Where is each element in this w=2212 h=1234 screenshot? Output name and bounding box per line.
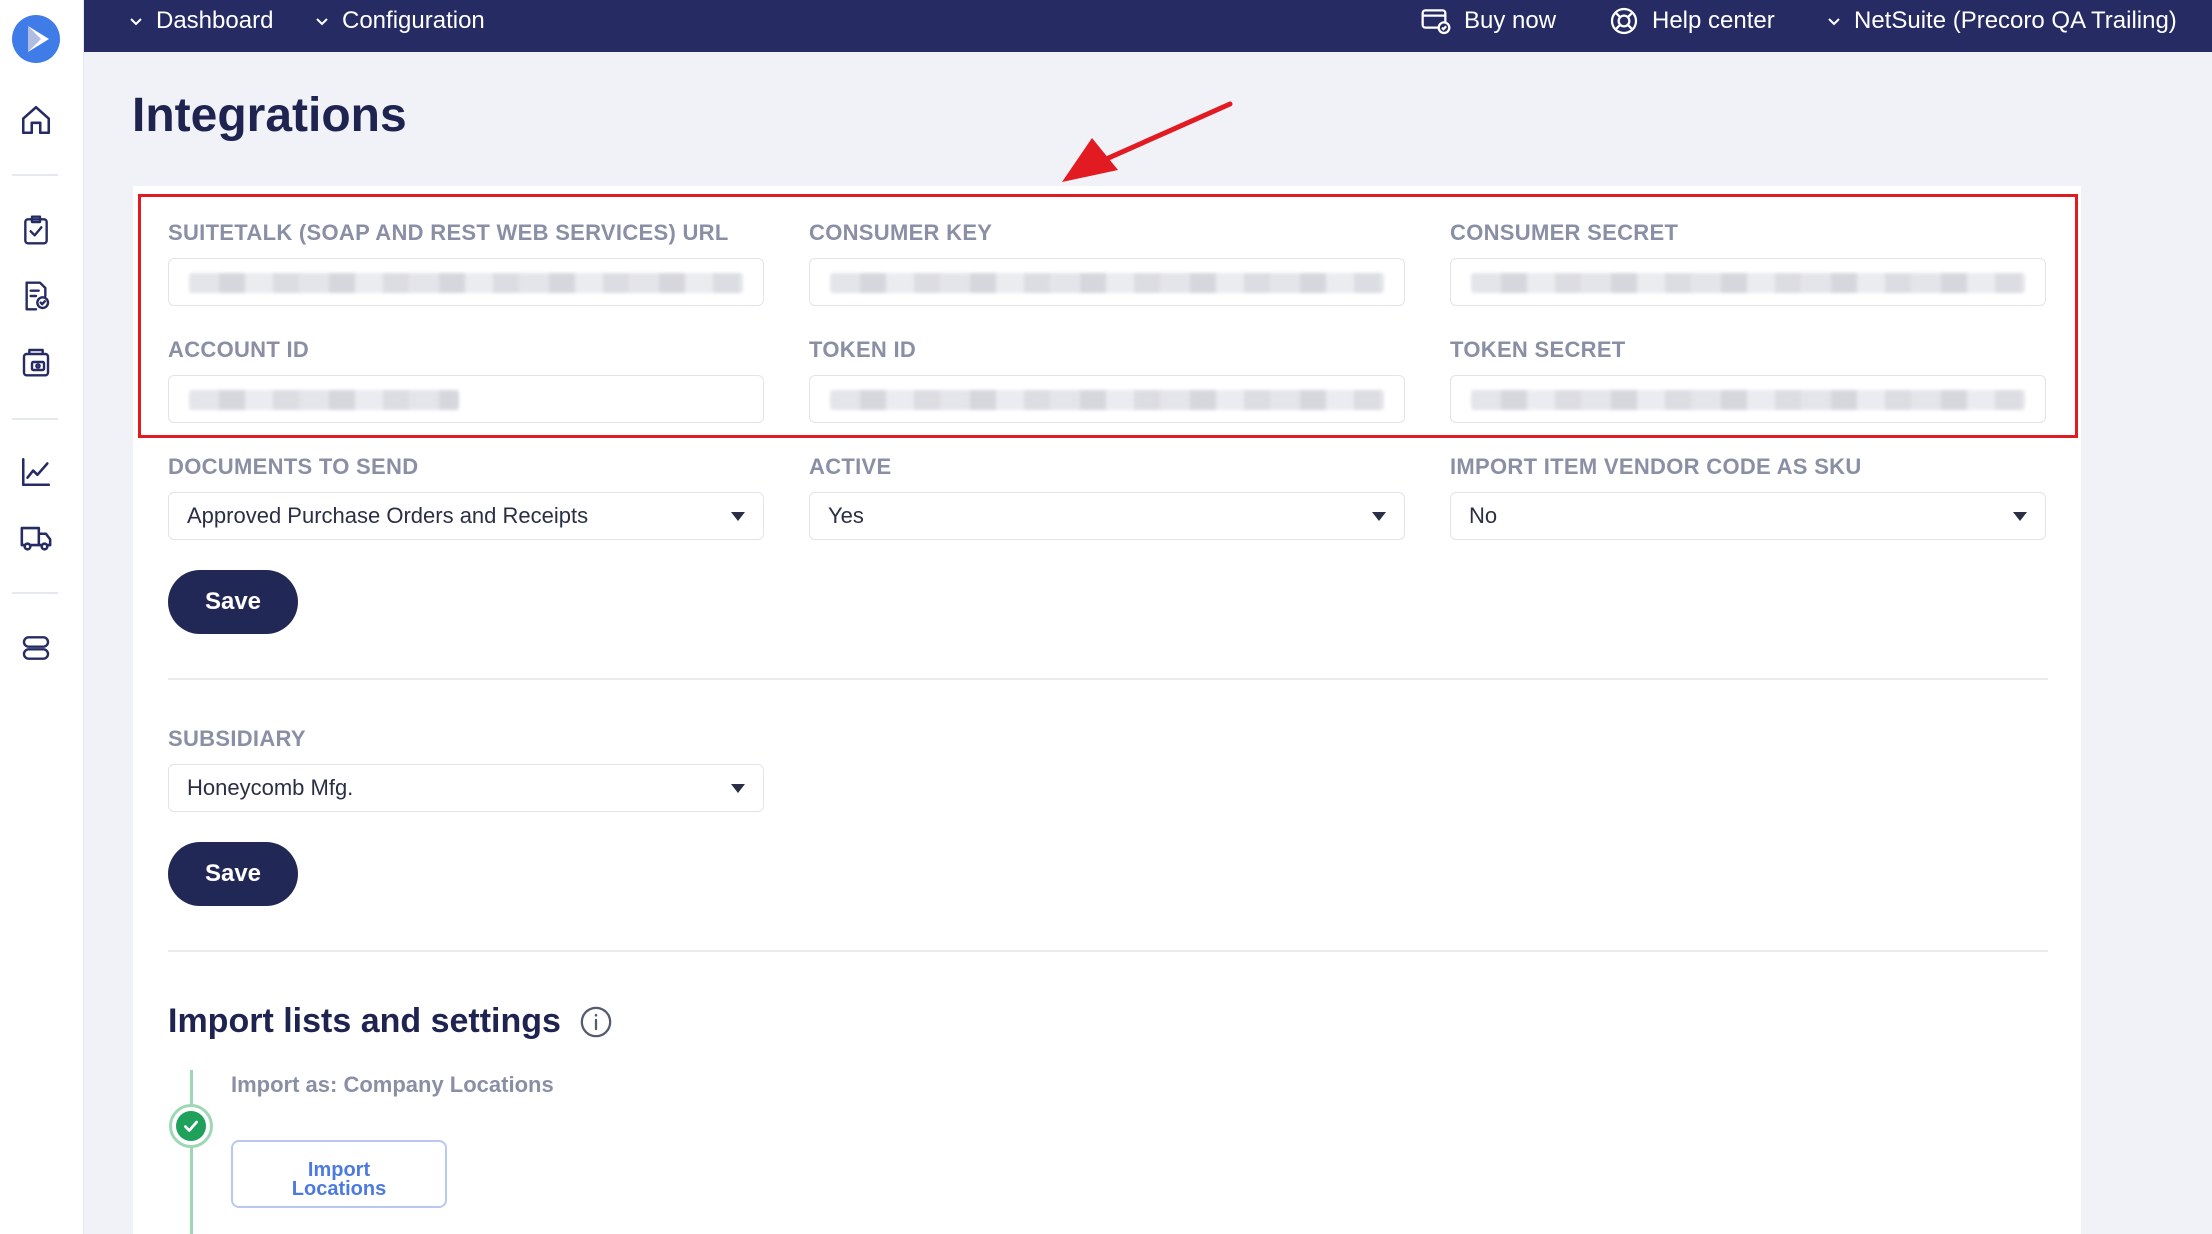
- import-locations-button[interactable]: Import Locations: [231, 1140, 447, 1208]
- caret-down-icon: [731, 512, 745, 521]
- save-options-button[interactable]: Save: [168, 570, 298, 634]
- caret-down-icon: [731, 784, 745, 793]
- help-center-label: Help center: [1652, 7, 1775, 34]
- document-check-icon[interactable]: [16, 276, 56, 316]
- chart-line-icon[interactable]: [16, 452, 56, 492]
- configuration-menu[interactable]: Configuration: [314, 0, 485, 42]
- caret-down-icon: [1372, 512, 1386, 521]
- annotation-highlight-box: [138, 194, 2078, 438]
- save-subsidiary-button[interactable]: Save: [168, 842, 298, 906]
- step-complete-indicator: [169, 1104, 213, 1148]
- import-locations-line2: Locations: [291, 1178, 387, 1200]
- vendor-code-sku-value: No: [1469, 503, 1498, 528]
- import-section-title: Import lists and settings: [168, 1002, 613, 1041]
- sidebar: [0, 0, 84, 1234]
- subsidiary-select[interactable]: Honeycomb Mfg.: [168, 764, 764, 812]
- documents-to-send-select[interactable]: Approved Purchase Orders and Receipts: [168, 492, 764, 540]
- help-center-link[interactable]: Help center: [1608, 0, 1775, 42]
- account-name: NetSuite (Precoro QA Trailing): [1854, 7, 2177, 34]
- chevron-down-icon: [130, 18, 142, 26]
- dashboard-menu[interactable]: Dashboard: [128, 0, 273, 42]
- chevron-down-icon: [1828, 18, 1840, 26]
- lifebuoy-icon: [1610, 7, 1638, 35]
- vendor-code-sku-label: IMPORT ITEM VENDOR CODE AS SKU: [1450, 454, 1862, 479]
- chevron-down-icon: [316, 18, 328, 26]
- dashboard-menu-label: Dashboard: [156, 7, 274, 34]
- buy-now-link[interactable]: Buy now: [1420, 0, 1556, 42]
- info-icon[interactable]: [579, 1005, 613, 1039]
- import-step-label: Import as: Company Locations: [231, 1072, 554, 1097]
- top-navigation-bar: Dashboard Configuration Buy now Help cen…: [84, 0, 2212, 52]
- subsidiary-value: Honeycomb Mfg.: [187, 775, 354, 800]
- import-section-title-text: Import lists and settings: [168, 1002, 561, 1040]
- vendor-code-sku-select[interactable]: No: [1450, 492, 2046, 540]
- active-select[interactable]: Yes: [809, 492, 1405, 540]
- cart-card-icon: [1421, 9, 1451, 35]
- page-title: Integrations: [132, 89, 407, 142]
- subsidiary-label: SUBSIDIARY: [168, 726, 306, 751]
- section-divider: [168, 678, 2048, 680]
- documents-to-send-value: Approved Purchase Orders and Receipts: [187, 503, 589, 528]
- truck-icon[interactable]: [16, 518, 56, 558]
- receipt-icon[interactable]: [16, 342, 56, 382]
- documents-to-send-label: DOCUMENTS TO SEND: [168, 454, 419, 479]
- section-divider: [168, 950, 2048, 952]
- caret-down-icon: [2013, 512, 2027, 521]
- buy-now-label: Buy now: [1464, 7, 1557, 34]
- configuration-menu-label: Configuration: [342, 7, 485, 34]
- active-label: ACTIVE: [809, 454, 892, 479]
- app-logo-icon[interactable]: [11, 14, 61, 64]
- account-switcher[interactable]: NetSuite (Precoro QA Trailing): [1826, 0, 2177, 42]
- check-icon: [184, 1120, 198, 1132]
- clipboard-check-icon[interactable]: [16, 210, 56, 250]
- server-icon[interactable]: [16, 628, 56, 668]
- active-value: Yes: [828, 503, 864, 528]
- timeline-line: [190, 1070, 193, 1234]
- annotation-arrow-icon: [1062, 101, 1233, 182]
- home-icon[interactable]: [16, 100, 56, 140]
